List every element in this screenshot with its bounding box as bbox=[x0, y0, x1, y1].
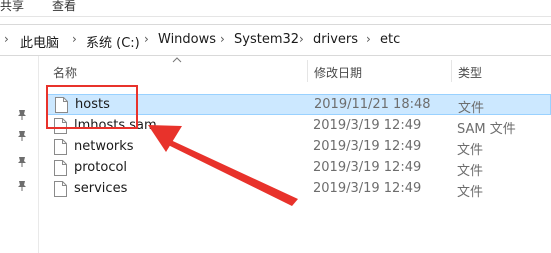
chevron-right-icon[interactable]: › bbox=[220, 32, 225, 46]
file-name: services bbox=[74, 181, 128, 196]
sort-up-icon bbox=[172, 57, 182, 63]
file-name: lmhosts.sam bbox=[74, 118, 157, 133]
ribbon-tabs: 共享 查看 bbox=[0, 0, 551, 17]
crumb-this-pc[interactable]: 此电脑 bbox=[20, 32, 59, 51]
file-name: protocol bbox=[74, 160, 128, 175]
file-icon bbox=[54, 181, 67, 197]
chevron-right-icon[interactable]: › bbox=[144, 32, 149, 46]
chevron-right-icon[interactable]: › bbox=[4, 32, 9, 46]
file-icon bbox=[54, 160, 67, 176]
pin-icon[interactable] bbox=[16, 156, 28, 168]
file-row-protocol[interactable]: protocol 2019/3/19 12:49 文件 bbox=[46, 158, 551, 179]
file-type: 文件 bbox=[457, 164, 484, 179]
chevron-right-icon[interactable]: › bbox=[366, 32, 371, 46]
crumb-etc[interactable]: etc bbox=[380, 32, 400, 47]
file-type: 文件 bbox=[458, 101, 485, 116]
file-date: 2019/3/19 12:49 bbox=[313, 139, 422, 154]
file-row-hosts[interactable]: hosts 2019/11/21 18:48 文件 bbox=[46, 94, 551, 116]
file-date: 2019/3/19 12:49 bbox=[313, 160, 422, 175]
file-type: SAM 文件 bbox=[457, 122, 516, 137]
tab-share[interactable]: 共享 bbox=[0, 0, 24, 14]
pin-icon[interactable] bbox=[16, 180, 28, 192]
file-row-lmhosts[interactable]: lmhosts.sam 2019/3/19 12:49 SAM 文件 bbox=[46, 116, 551, 137]
crumb-windows[interactable]: Windows bbox=[158, 32, 216, 47]
file-icon bbox=[55, 97, 68, 113]
tab-view[interactable]: 查看 bbox=[52, 0, 76, 14]
file-icon bbox=[54, 118, 67, 134]
pin-icon[interactable] bbox=[16, 130, 28, 142]
chevron-right-icon[interactable]: › bbox=[299, 32, 304, 46]
navigation-pane[interactable] bbox=[0, 56, 39, 253]
file-row-services[interactable]: services 2019/3/19 12:49 文件 bbox=[46, 179, 551, 200]
file-icon bbox=[54, 139, 67, 155]
column-header-name[interactable]: 名称 bbox=[53, 64, 77, 81]
file-date: 2019/11/21 18:48 bbox=[314, 97, 431, 112]
file-type: 文件 bbox=[457, 185, 484, 200]
crumb-system-c[interactable]: 系统 (C:) bbox=[86, 32, 140, 51]
file-name: networks bbox=[74, 139, 134, 154]
column-divider[interactable] bbox=[307, 60, 308, 82]
file-name: hosts bbox=[75, 97, 110, 112]
file-date: 2019/3/19 12:49 bbox=[313, 118, 422, 133]
file-date: 2019/3/19 12:49 bbox=[313, 181, 422, 196]
file-row-networks[interactable]: networks 2019/3/19 12:49 文件 bbox=[46, 137, 551, 158]
column-header-date-modified[interactable]: 修改日期 bbox=[314, 64, 362, 81]
pin-icon[interactable] bbox=[16, 109, 28, 121]
file-type: 文件 bbox=[457, 143, 484, 158]
crumb-drivers[interactable]: drivers bbox=[313, 32, 358, 47]
breadcrumb[interactable]: › 此电脑 › 系统 (C:) › Windows › System32 › d… bbox=[0, 24, 551, 56]
chevron-right-icon[interactable]: › bbox=[72, 32, 77, 46]
column-divider[interactable] bbox=[451, 60, 452, 82]
column-header-type[interactable]: 类型 bbox=[458, 64, 482, 81]
crumb-system32[interactable]: System32 bbox=[234, 32, 299, 47]
